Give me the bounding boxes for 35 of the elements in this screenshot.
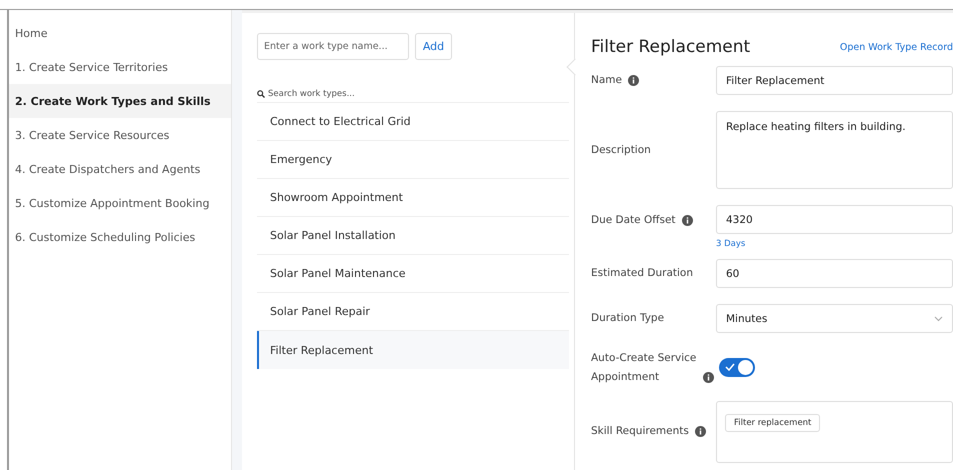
info-icon[interactable]	[703, 372, 714, 383]
sidebar-item[interactable]: 1. Create Service Territories	[9, 50, 231, 84]
skill-tag[interactable]: Filter replacement	[725, 414, 820, 432]
field-label: Skill Requirements	[591, 424, 689, 440]
field-label: Description	[591, 142, 651, 158]
sidebar-item[interactable]: 6. Customize Scheduling Policies	[9, 220, 231, 254]
sidebar-item[interactable]: 5. Customize Appointment Booking	[9, 186, 231, 220]
field-label: Due Date Offset	[591, 213, 676, 228]
work-type-name-field[interactable]: Enter a work type name...	[257, 33, 409, 60]
info-icon[interactable]	[682, 214, 693, 226]
text-field[interactable]: Filter Replacement	[716, 66, 953, 95]
sidebar-item[interactable]: 2. Create Work Types and Skills	[9, 84, 231, 118]
field-label: Name	[591, 73, 622, 88]
check-icon	[725, 363, 735, 372]
sidebar-item[interactable]: 3. Create Service Resources	[9, 118, 231, 152]
sidebar-item[interactable]: Home	[9, 16, 231, 50]
chevron-down-icon	[934, 316, 943, 322]
info-icon[interactable]	[628, 74, 639, 86]
sidebar-item[interactable]: 4. Create Dispatchers and Agents	[9, 152, 231, 186]
field-label: Auto-Create Service Appointment	[591, 351, 697, 385]
info-icon[interactable]	[694, 426, 706, 438]
skills-field[interactable]: Filter replacement	[716, 400, 953, 463]
hint-text: 3 Days	[716, 239, 746, 249]
field-label: Duration Type	[591, 311, 664, 326]
detail-title: Filter Replacement	[591, 37, 750, 57]
add-button[interactable]: Add	[415, 33, 452, 60]
text-field[interactable]: 60	[716, 259, 953, 288]
open-record-link[interactable]: Open Work Type Record	[840, 42, 953, 52]
toggle-switch[interactable]	[719, 358, 755, 378]
search-icon	[257, 90, 265, 98]
field-label: Estimated Duration	[591, 266, 693, 282]
description-field[interactable]: Replace heating filters in building.	[716, 111, 953, 189]
work-type-item[interactable]: Filter Replacement	[257, 331, 569, 369]
select-field[interactable]: Minutes	[716, 304, 953, 333]
text-field[interactable]: 4320	[716, 205, 953, 234]
